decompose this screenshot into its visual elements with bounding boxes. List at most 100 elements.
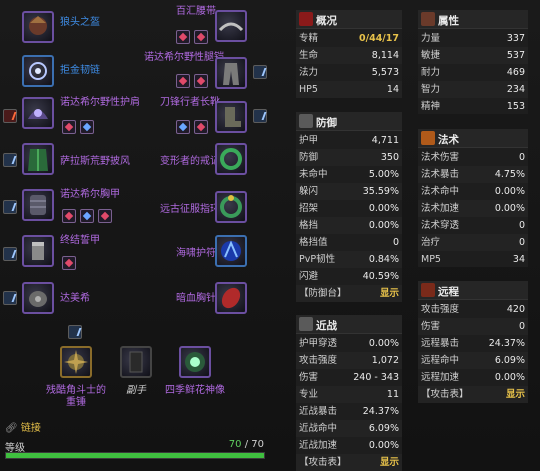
- ring1-item-name[interactable]: 变形者的戒记: [160, 156, 220, 168]
- stat-row: 格挡 0.00%: [296, 217, 402, 234]
- trinket1-slot-icon[interactable]: [215, 235, 247, 267]
- offhand-item-name[interactable]: 副手: [118, 385, 154, 397]
- show-link[interactable]: 显示: [380, 454, 399, 471]
- stat-row: 专业 11: [296, 386, 402, 403]
- stat-row: 法力 5,573: [299, 67, 399, 78]
- defense-header: 防御: [296, 112, 402, 131]
- stat-row: 近战命中 6.09%: [296, 420, 402, 437]
- stat-row: 闪避 40.59%: [296, 268, 402, 285]
- waist-item-name[interactable]: 百汇腰带: [176, 6, 216, 18]
- gem-socket[interactable]: [176, 74, 190, 88]
- stat-value: 0: [518, 152, 525, 163]
- overview-panel: 概况 专精 0/44/17 生命 8,114 法力 5,573 HP5 14: [296, 10, 402, 98]
- back-item-name[interactable]: 萨拉斯荒野披风: [60, 156, 130, 168]
- link-row[interactable]: 🔗︎ 链接: [5, 419, 41, 434]
- legs-item-name[interactable]: 诺达希尔野性腿铠: [144, 52, 224, 64]
- stat-value: 0.00%: [368, 220, 399, 231]
- stat-value: 35.59%: [362, 186, 399, 197]
- stat-row: 格挡值 0: [296, 234, 402, 251]
- melee-title: 近战: [316, 320, 337, 332]
- gem-socket[interactable]: [98, 209, 112, 223]
- ring1-slot-icon[interactable]: [215, 143, 247, 175]
- legs-slot-icon[interactable]: [215, 57, 247, 89]
- stat-row[interactable]: 【攻击表】 显示: [418, 386, 528, 403]
- melee-header: 近战: [296, 315, 402, 334]
- enchant-badge: [68, 325, 82, 339]
- ring2-slot-icon[interactable]: [215, 191, 247, 223]
- stat-label: 专业: [299, 389, 319, 400]
- show-link[interactable]: 显示: [380, 285, 399, 302]
- stat-label: 伤害: [421, 321, 441, 332]
- shoulder-item-name[interactable]: 诺达希尔野性护肩: [60, 97, 140, 109]
- gem-socket[interactable]: [194, 120, 208, 134]
- relic-slot-icon[interactable]: [179, 346, 211, 378]
- stat-value: 6.09%: [494, 355, 525, 366]
- stat-value: 24.37%: [488, 338, 525, 349]
- gem-socket[interactable]: [62, 120, 76, 134]
- neck-item-name[interactable]: 拒金韧链: [60, 65, 100, 77]
- show-link[interactable]: 显示: [506, 386, 525, 403]
- gem-socket[interactable]: [176, 120, 190, 134]
- offhand-slot-icon[interactable]: [120, 346, 152, 378]
- waist-slot-icon[interactable]: [215, 10, 247, 42]
- gem-socket[interactable]: [80, 120, 94, 134]
- stat-row: MP5 34: [418, 251, 528, 268]
- wrist-slot-icon[interactable]: [22, 235, 54, 267]
- ranged-header: 远程: [418, 281, 528, 300]
- back-slot-icon[interactable]: [22, 143, 54, 175]
- mainhand-slot-icon[interactable]: [60, 346, 92, 378]
- hands-slot-icon[interactable]: [22, 282, 54, 314]
- hands-item-name[interactable]: 达美希: [60, 293, 90, 305]
- stat-row: 近战加速 0.00%: [296, 437, 402, 454]
- heart-icon: [299, 12, 313, 26]
- feet-item-name[interactable]: 刀锋行者长靴: [160, 97, 220, 109]
- stat-label: 法术伤害: [421, 152, 460, 163]
- gem-socket[interactable]: [62, 209, 76, 223]
- ring2-item-name[interactable]: 远古征服指环: [160, 204, 220, 216]
- stat-label: 近战命中: [299, 423, 338, 434]
- defense-title: 防御: [316, 117, 337, 129]
- head-item-name[interactable]: 狼头之盔: [60, 17, 100, 29]
- stat-value: 11: [386, 389, 399, 400]
- relic-item-name[interactable]: 四季鲜花神像: [160, 385, 230, 397]
- stat-value: 40.59%: [362, 271, 399, 282]
- stat-label: 招架: [299, 203, 319, 214]
- gem-socket[interactable]: [194, 74, 208, 88]
- stat-row: 耐力 469: [421, 67, 525, 78]
- stat-value: 0: [392, 237, 399, 248]
- enchant-badge: [253, 109, 267, 123]
- stat-row[interactable]: 【防御台】 显示: [296, 285, 402, 302]
- attributes-title: 属性: [438, 15, 459, 27]
- stat-label: 法术加速: [421, 203, 460, 214]
- trinket1-item-name[interactable]: 海啸护符: [176, 248, 216, 260]
- stat-row[interactable]: 【攻击表】 显示: [296, 454, 402, 471]
- feet-slot-icon[interactable]: [215, 101, 247, 133]
- trinket2-item-name[interactable]: 暗血胸针: [176, 293, 216, 305]
- stat-row: 远程命中 6.09%: [418, 352, 528, 369]
- stat-value: 6.09%: [368, 423, 399, 434]
- gem-socket[interactable]: [194, 30, 208, 44]
- wrist-item-name[interactable]: 终结誓甲: [60, 235, 100, 247]
- head-slot-icon[interactable]: [22, 11, 54, 43]
- stat-row: 护甲穿透 0.00%: [296, 335, 402, 352]
- chest-slot-icon[interactable]: [22, 189, 54, 221]
- stat-row: 攻击强度 1,072: [296, 352, 402, 369]
- spell-title: 法术: [438, 134, 459, 146]
- stat-row: 招架 0.00%: [296, 200, 402, 217]
- chest-item-name[interactable]: 诺达希尔胸甲: [60, 189, 120, 201]
- gem-socket[interactable]: [80, 209, 94, 223]
- stat-value: 0: [518, 321, 525, 332]
- link-label[interactable]: 链接: [21, 423, 41, 434]
- shoulder-slot-icon[interactable]: [22, 97, 54, 129]
- neck-slot-icon[interactable]: [22, 55, 54, 87]
- trinket2-slot-icon[interactable]: [215, 282, 247, 314]
- stat-label: 治疗: [421, 237, 441, 248]
- stat-label: 近战加速: [299, 440, 338, 451]
- gem-socket[interactable]: [62, 256, 76, 270]
- mainhand-item-name[interactable]: 残酷角斗士的 重锤: [30, 385, 122, 409]
- gem-socket[interactable]: [176, 30, 190, 44]
- stat-row: 躲闪 35.59%: [296, 183, 402, 200]
- enchant-badge: [3, 109, 17, 123]
- stat-row: 法术暴击 4.75%: [418, 166, 528, 183]
- level-progress-bar: [5, 452, 265, 459]
